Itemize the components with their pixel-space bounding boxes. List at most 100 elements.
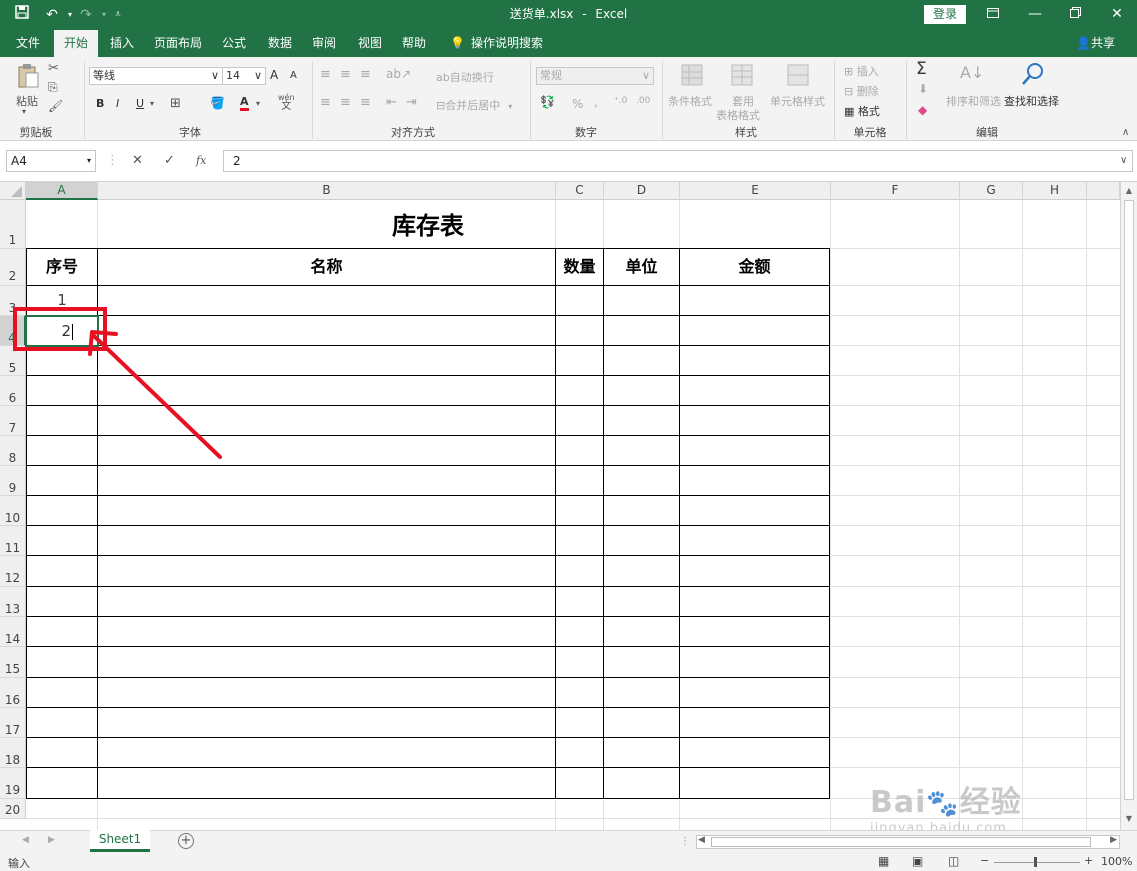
tab-page-layout[interactable]: 页面布局	[148, 30, 208, 57]
close-icon[interactable]: ✕	[1098, 0, 1136, 28]
copy-icon[interactable]: ⎘	[48, 80, 58, 95]
number-format-combo[interactable]: 常规 ∨	[536, 67, 654, 85]
insert-function-button[interactable]: fx	[196, 150, 206, 172]
currency-icon[interactable]: 💱	[540, 95, 555, 109]
conditional-format-icon[interactable]	[680, 63, 706, 89]
align-bottom-icon[interactable]: ≡	[360, 67, 371, 82]
comma-button[interactable]: ,	[594, 95, 598, 109]
grow-font-icon[interactable]: A	[270, 68, 278, 82]
align-top-icon[interactable]: ≡	[320, 67, 331, 82]
zoom-slider-thumb[interactable]	[1034, 857, 1037, 867]
cell-styles-label[interactable]: 单元格样式	[770, 93, 825, 109]
login-button[interactable]: 登录	[924, 5, 966, 24]
vertical-scrollbar[interactable]: ▲ ▼	[1120, 182, 1137, 830]
restore-icon[interactable]	[1056, 0, 1094, 28]
page-layout-view-icon[interactable]: ▣	[912, 854, 923, 868]
scroll-down-icon[interactable]: ▼	[1123, 814, 1135, 826]
zoom-slider[interactable]	[994, 862, 1080, 863]
column-header-d[interactable]: D	[604, 182, 680, 200]
header-quantity[interactable]: 数量	[556, 249, 603, 285]
increase-decimal-icon[interactable]: ⁺.0	[614, 96, 627, 106]
normal-view-icon[interactable]: ▦	[878, 854, 889, 868]
row-header-20[interactable]: 20	[0, 799, 26, 819]
zoom-out-icon[interactable]: −	[980, 854, 989, 867]
font-size-combo[interactable]: 14 ∨	[222, 67, 266, 85]
row-header-2[interactable]: 2	[0, 249, 26, 286]
tab-home[interactable]: 开始	[54, 30, 98, 57]
decrease-indent-icon[interactable]: ⇤	[386, 95, 397, 110]
horizontal-scroll-thumb[interactable]	[711, 837, 1091, 847]
row-header-10[interactable]: 10	[0, 496, 26, 526]
autosum-button[interactable]: Σ	[916, 59, 927, 79]
column-header-e[interactable]: E	[680, 182, 831, 200]
conditional-format-label[interactable]: 条件格式	[668, 93, 712, 109]
paste-label[interactable]: 粘贴	[16, 93, 38, 109]
align-left-icon[interactable]: ≡	[320, 95, 331, 110]
column-header-b[interactable]: B	[98, 182, 556, 200]
tab-help[interactable]: 帮助	[392, 30, 436, 57]
header-seq[interactable]: 序号	[26, 249, 98, 285]
row-header-16[interactable]: 16	[0, 678, 26, 708]
find-select-label[interactable]: 查找和选择	[1004, 93, 1059, 109]
align-center-icon[interactable]: ≡	[340, 95, 351, 110]
name-box[interactable]: A4 ▾	[6, 150, 96, 172]
phonetic-guide-icon[interactable]: wén 文	[278, 93, 295, 112]
cut-icon[interactable]: ✂	[48, 61, 59, 76]
row-header-18[interactable]: 18	[0, 738, 26, 768]
fill-color-icon[interactable]: 🪣	[210, 96, 225, 110]
sort-filter-icon[interactable]: A↓	[960, 63, 984, 82]
find-select-icon[interactable]	[1020, 61, 1046, 87]
add-sheet-icon[interactable]: +	[178, 833, 194, 849]
tab-view[interactable]: 视图	[348, 30, 392, 57]
row-header-6[interactable]: 6	[0, 376, 26, 406]
orientation-icon[interactable]: ab↗	[386, 67, 411, 81]
delete-cells-button[interactable]: ⊟ 删除	[844, 83, 879, 99]
row-header-17[interactable]: 17	[0, 708, 26, 738]
expand-formula-bar-icon[interactable]: ∨	[1120, 150, 1127, 172]
row-header-1[interactable]: 1	[0, 200, 26, 249]
bold-button[interactable]: B	[96, 97, 104, 110]
font-name-combo[interactable]: 等线 ∨	[89, 67, 223, 85]
sort-filter-label[interactable]: 排序和筛选	[946, 93, 1001, 109]
underline-button[interactable]: U	[136, 97, 144, 110]
worksheet-grid[interactable]: A B C D E F G H 1 2 3 4 5 6 7 8 9 10 11 …	[0, 182, 1137, 830]
zoom-level[interactable]: 100%	[1101, 855, 1132, 868]
column-header-h[interactable]: H	[1023, 182, 1087, 200]
format-painter-icon[interactable]: 🖌	[48, 99, 63, 113]
cell-styles-icon[interactable]	[786, 63, 812, 89]
borders-icon[interactable]: ⊞	[170, 96, 181, 111]
splitter-grip-icon[interactable]: ⋮	[680, 836, 690, 847]
tab-review[interactable]: 审阅	[302, 30, 346, 57]
scroll-right-icon[interactable]: ▶	[1110, 835, 1117, 845]
undo-icon[interactable]: ↶	[42, 5, 62, 25]
prev-sheet-icon[interactable]: ◀	[22, 835, 29, 845]
scroll-up-icon[interactable]: ▲	[1123, 186, 1135, 198]
column-header-i[interactable]	[1087, 182, 1120, 200]
sheet-tab-sheet1[interactable]: Sheet1	[90, 830, 150, 852]
paste-icon[interactable]	[16, 63, 40, 88]
scroll-left-icon[interactable]: ◀	[698, 835, 705, 845]
font-color-dropdown-icon[interactable]: ▾	[256, 99, 260, 108]
confirm-entry-icon[interactable]: ✓	[164, 150, 175, 172]
format-as-table-label-2[interactable]: 表格格式	[716, 107, 760, 123]
align-right-icon[interactable]: ≡	[360, 95, 371, 110]
row-header-7[interactable]: 7	[0, 406, 26, 436]
collapse-ribbon-icon[interactable]: ∧	[1122, 127, 1129, 138]
row-header-11[interactable]: 11	[0, 526, 26, 556]
column-header-f[interactable]: F	[831, 182, 960, 200]
column-header-c[interactable]: C	[556, 182, 604, 200]
format-cells-button[interactable]: ▦ 格式	[844, 103, 880, 119]
paste-dropdown-icon[interactable]: ▾	[22, 107, 26, 116]
row-header-9[interactable]: 9	[0, 466, 26, 496]
header-name[interactable]: 名称	[98, 249, 555, 285]
wrap-text-button[interactable]: ab自动换行	[436, 69, 494, 85]
redo-icon[interactable]: ↷	[76, 5, 96, 25]
insert-cells-button[interactable]: ⊞ 插入	[844, 63, 879, 79]
select-all-corner[interactable]	[0, 182, 26, 200]
save-icon[interactable]	[12, 5, 32, 25]
italic-button[interactable]: I	[116, 97, 119, 110]
percent-button[interactable]: %	[572, 97, 583, 111]
clear-icon[interactable]: ◆	[918, 103, 927, 117]
cancel-entry-icon[interactable]: ✕	[132, 150, 143, 172]
decrease-decimal-icon[interactable]: .00	[636, 96, 650, 106]
